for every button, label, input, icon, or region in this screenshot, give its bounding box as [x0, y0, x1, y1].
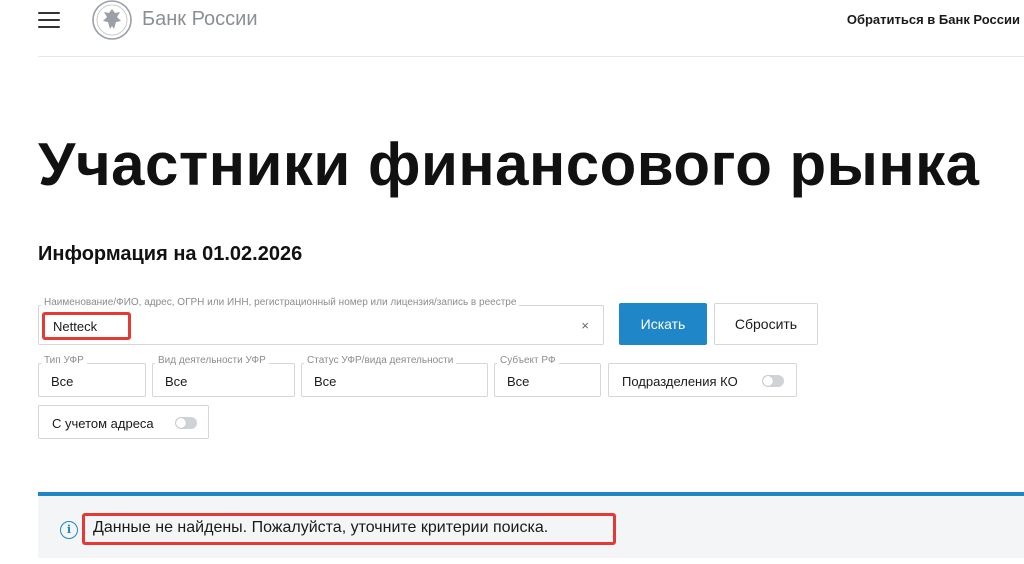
- ko-divisions-label: Подразделения КО: [622, 374, 738, 389]
- address-switch[interactable]: [175, 417, 197, 429]
- filter-activity-value: Все: [165, 374, 188, 389]
- address-toggle-label: С учетом адреса: [52, 416, 154, 431]
- search-button[interactable]: Искать: [619, 303, 707, 345]
- no-results-message: Данные не найдены. Пожалуйста, уточните …: [93, 519, 549, 536]
- hamburger-menu-icon[interactable]: [38, 12, 60, 28]
- bank-emblem-icon[interactable]: [92, 0, 132, 40]
- filter-activity-select[interactable]: Вид деятельности УФР Все: [152, 355, 295, 397]
- header-divider: [38, 56, 1024, 57]
- filter-status-select[interactable]: Статус УФР/вида деятельности Все: [301, 355, 488, 397]
- search-input-label: Наименование/ФИО, адрес, ОГРН или ИНН, р…: [41, 297, 520, 308]
- page-title: Участники финансового рынка: [38, 131, 980, 198]
- info-date: Информация на 01.02.2026: [38, 243, 303, 265]
- site-header: Банк России Обратиться в Банк России: [0, 0, 1024, 56]
- filter-type-value: Все: [51, 374, 74, 389]
- ko-divisions-switch[interactable]: [762, 375, 784, 387]
- filter-type-select[interactable]: Тип УФР Все: [38, 355, 146, 397]
- filter-subject-label: Субъект РФ: [497, 355, 559, 366]
- clear-icon[interactable]: ×: [581, 318, 589, 333]
- reset-button[interactable]: Сбросить: [714, 303, 818, 345]
- filter-subject-value: Все: [507, 374, 530, 389]
- search-input-value[interactable]: Netteck: [53, 319, 97, 334]
- filter-subject-select[interactable]: Субъект РФ Все: [494, 355, 601, 397]
- ko-divisions-toggle[interactable]: Подразделения КО: [608, 363, 797, 397]
- info-icon: i: [60, 521, 78, 539]
- filter-status-value: Все: [314, 374, 337, 389]
- filter-status-label: Статус УФР/вида деятельности: [304, 355, 457, 366]
- contact-bank-link[interactable]: Обратиться в Банк России: [847, 12, 1020, 27]
- filter-type-label: Тип УФР: [41, 355, 87, 366]
- address-toggle[interactable]: С учетом адреса: [38, 405, 209, 439]
- search-input[interactable]: Наименование/ФИО, адрес, ОГРН или ИНН, р…: [38, 297, 604, 345]
- logo-text[interactable]: Банк России: [142, 8, 258, 31]
- filter-activity-label: Вид деятельности УФР: [155, 355, 269, 366]
